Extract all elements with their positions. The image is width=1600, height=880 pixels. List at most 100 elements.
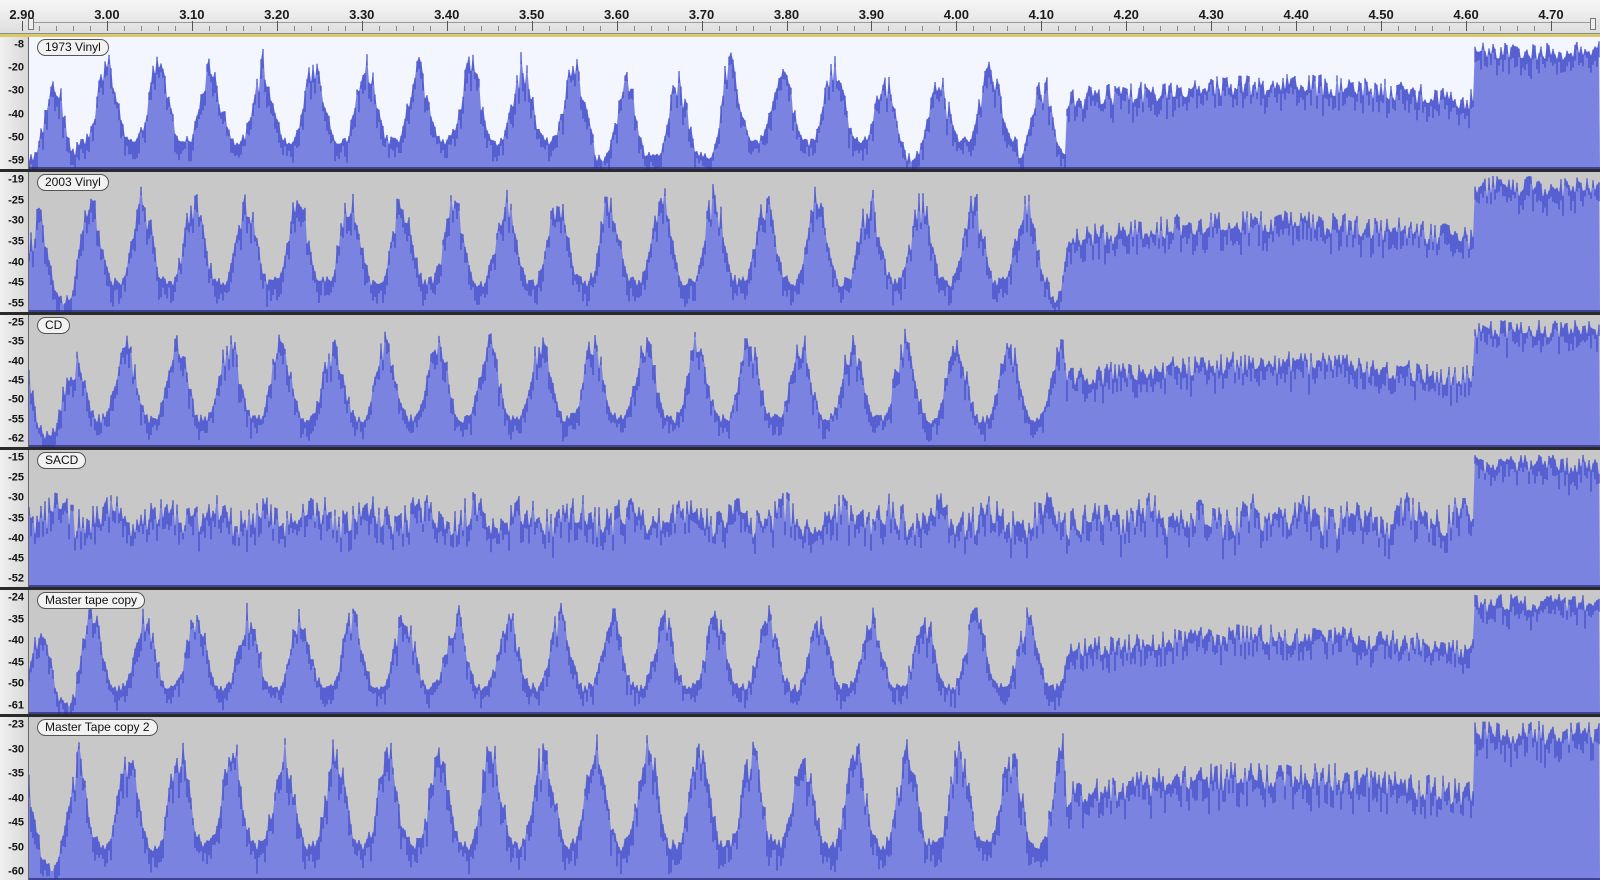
db-scale-label: -30 [8, 491, 24, 504]
ruler-minor-tick [1279, 26, 1281, 31]
ruler-time-label: 4.00 [943, 7, 970, 22]
ruler-major-tick [1381, 21, 1383, 31]
ruler-minor-tick [1058, 26, 1060, 31]
db-scale-label: -60 [8, 865, 24, 878]
track-name-label[interactable]: CD [37, 317, 71, 334]
ruler-minor-tick [684, 26, 686, 31]
db-scale-label: -52 [8, 572, 24, 585]
ruler-minor-tick [633, 26, 635, 31]
timeline-baseline [30, 22, 1596, 23]
waveform-graphic [29, 176, 1600, 312]
db-scale-label: -50 [8, 841, 24, 853]
ruler-minor-tick [412, 26, 414, 31]
audio-track[interactable]: -15 -25 -30 -35 -40 -45 -52 SACD [0, 447, 1600, 587]
db-scale-ruler: -15 -25 -30 -35 -40 -45 -52 [0, 450, 29, 587]
ruler-minor-tick [1007, 26, 1009, 31]
audio-track[interactable]: -25 -35 -40 -45 -50 -55 -62 CD [0, 312, 1600, 447]
ruler-minor-tick [293, 26, 295, 31]
ruler-minor-tick [565, 26, 567, 31]
ruler-time-label: 4.20 [1113, 7, 1139, 22]
ruler-minor-tick [922, 26, 924, 31]
ruler-minor-tick [650, 26, 652, 31]
audio-track[interactable]: -19 -25 -30 -35 -40 -45 -55 2003 Vinyl [0, 169, 1600, 312]
waveform-area[interactable] [29, 315, 1600, 447]
ruler-minor-tick [1092, 26, 1094, 31]
db-scale-label: -8 [14, 38, 24, 51]
ruler-minor-tick [1415, 26, 1417, 31]
ruler-minor-tick [1483, 26, 1485, 31]
ruler-minor-tick [1262, 26, 1264, 31]
ruler-minor-tick [497, 26, 499, 31]
db-scale-label: -35 [8, 235, 24, 248]
db-scale-ruler: -23 -30 -35 -40 -45 -50 -60 [0, 717, 29, 880]
ruler-minor-tick [582, 26, 584, 31]
ruler-time-label: 3.50 [519, 7, 545, 22]
audio-track[interactable]: -24 -35 -40 -45 -50 -61 Master tape copy [0, 587, 1600, 714]
ruler-minor-tick [803, 26, 805, 31]
ruler-major-tick [276, 21, 278, 31]
db-scale-label: -35 [8, 767, 24, 780]
waveform-area[interactable] [29, 590, 1600, 714]
timeline-ruler[interactable]: 2.90 3.00 3.10 3.20 3.30 3.40 3.50 3.60 3.70 3.80… [0, 0, 1600, 34]
audio-track[interactable]: -23 -30 -35 -40 -45 -50 -60 Master Tape copy 2 [0, 714, 1600, 880]
db-scale-label: -40 [8, 108, 24, 121]
ruler-minor-tick [55, 26, 57, 31]
ruler-time-label: 4.50 [1368, 7, 1394, 22]
db-scale-label: -25 [8, 471, 24, 484]
selection-end-handle[interactable] [1590, 18, 1596, 30]
db-scale-label: -50 [8, 677, 24, 690]
db-scale-label: -24 [8, 591, 24, 604]
db-scale-label: -62 [8, 432, 24, 445]
ruler-minor-tick [735, 26, 737, 31]
ruler-major-tick [1296, 21, 1298, 31]
track-name-label[interactable]: SACD [37, 452, 87, 469]
ruler-major-tick [361, 21, 363, 31]
ruler-minor-tick [939, 26, 941, 31]
ruler-major-tick [22, 21, 23, 31]
ruler-time-label: 3.60 [603, 7, 630, 22]
waveform-area[interactable] [29, 37, 1600, 169]
waveform-graphic [29, 41, 1600, 169]
waveform-area[interactable] [29, 717, 1600, 880]
ruler-major-tick [701, 21, 703, 31]
db-scale-label: -30 [8, 84, 24, 97]
track-name-label[interactable]: 1973 Vinyl [37, 39, 109, 56]
db-scale-label: -25 [8, 194, 24, 207]
db-scale-ruler: -8 -20 -30 -40 -50 -59 [0, 37, 29, 169]
ruler-major-tick [956, 21, 958, 31]
track-name-label[interactable]: Master tape copy [37, 592, 146, 609]
db-scale-label: -30 [8, 743, 24, 755]
ruler-minor-tick [1517, 26, 1519, 31]
ruler-major-tick [1126, 21, 1128, 31]
ruler-time-label: 3.20 [264, 7, 290, 22]
ruler-minor-tick [1398, 26, 1400, 31]
ruler-minor-tick [72, 26, 74, 31]
db-scale-label: -40 [8, 355, 24, 368]
waveform-area[interactable] [29, 450, 1600, 587]
ruler-minor-tick [548, 26, 550, 31]
db-scale-label: -45 [8, 656, 24, 669]
ruler-time-label: 4.30 [1198, 7, 1224, 22]
db-scale-label: -50 [8, 393, 24, 406]
ruler-minor-tick [1313, 26, 1315, 31]
audio-track[interactable]: -8 -20 -30 -40 -50 -59 1973 Vinyl [0, 34, 1600, 169]
db-scale-label: -61 [8, 699, 24, 712]
ruler-minor-tick [310, 26, 312, 31]
track-name-label[interactable]: 2003 Vinyl [37, 174, 109, 191]
ruler-minor-tick [752, 26, 754, 31]
ruler-minor-tick [514, 26, 516, 31]
ruler-minor-tick [1177, 26, 1179, 31]
db-scale-ruler: -24 -35 -40 -45 -50 -61 [0, 590, 29, 714]
db-scale-label: -55 [8, 297, 24, 310]
waveform-graphic [29, 320, 1600, 447]
ruler-minor-tick [1364, 26, 1366, 31]
ruler-minor-tick [327, 26, 329, 31]
ruler-minor-tick [259, 26, 261, 31]
ruler-minor-tick [140, 26, 142, 31]
db-scale-label: -25 [8, 316, 24, 329]
waveform-graphic [29, 594, 1600, 714]
ruler-time-label: 4.70 [1538, 7, 1564, 22]
ruler-major-tick [616, 21, 618, 31]
waveform-area[interactable] [29, 172, 1600, 312]
track-name-label[interactable]: Master Tape copy 2 [37, 719, 158, 736]
